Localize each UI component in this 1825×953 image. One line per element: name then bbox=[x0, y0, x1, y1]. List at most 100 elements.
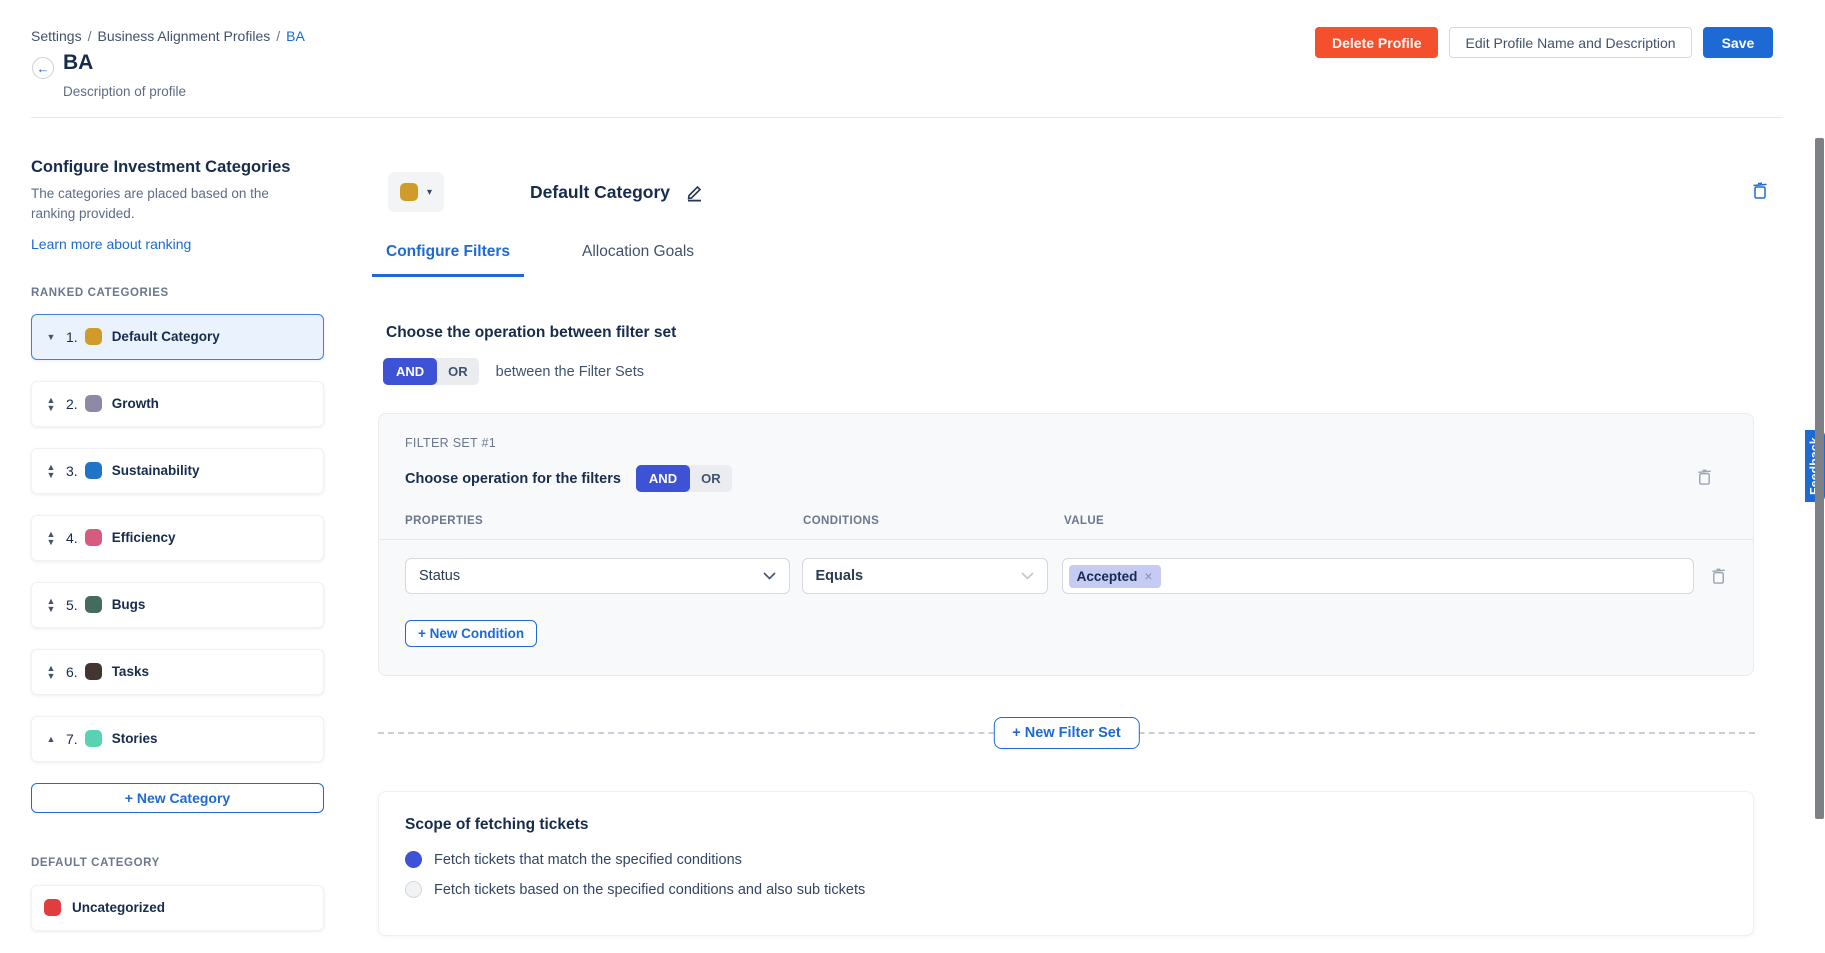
filter-set-operation-row: AND OR between the Filter Sets bbox=[383, 358, 1755, 385]
category-color-dot bbox=[85, 328, 102, 345]
breadcrumb: Settings / Business Alignment Profiles / BA bbox=[31, 28, 305, 44]
vertical-scrollbar[interactable] bbox=[1815, 138, 1824, 819]
value-input[interactable]: Accepted × bbox=[1062, 558, 1694, 594]
category-rank: 4. bbox=[66, 530, 78, 546]
condition-row: Status Equals Accepted × bbox=[405, 558, 1727, 594]
or-option[interactable]: OR bbox=[437, 358, 479, 385]
reorder-updown-icon[interactable]: ▲▼ bbox=[44, 664, 58, 680]
header-actions: Delete Profile Edit Profile Name and Des… bbox=[1315, 27, 1773, 58]
category-rank: 1. bbox=[66, 329, 78, 345]
or-option[interactable]: OR bbox=[690, 465, 732, 492]
edit-pencil-icon[interactable] bbox=[685, 183, 704, 202]
reorder-updown-icon[interactable]: ▲▼ bbox=[44, 530, 58, 546]
reorder-updown-icon[interactable]: ▲▼ bbox=[44, 396, 58, 412]
ranked-categories-label: RANKED CATEGORIES bbox=[31, 287, 324, 299]
scope-card: Scope of fetching tickets Fetch tickets … bbox=[378, 791, 1754, 936]
filters-operation-row: Choose operation for the filters AND OR bbox=[405, 465, 1727, 492]
color-picker-dropdown[interactable]: ▾ bbox=[388, 172, 444, 212]
category-rank: 3. bbox=[66, 463, 78, 479]
category-color-dot bbox=[85, 462, 102, 479]
radio-selected-icon[interactable] bbox=[405, 851, 422, 868]
page-title: BA bbox=[63, 51, 93, 75]
category-item-default-category[interactable]: ▼ 1. Default Category bbox=[31, 314, 324, 360]
reorder-down-icon[interactable]: ▼ bbox=[44, 333, 58, 341]
color-swatch bbox=[400, 183, 418, 201]
delete-condition-trash-icon[interactable] bbox=[1710, 567, 1727, 585]
category-color-dot bbox=[85, 596, 102, 613]
save-button[interactable]: Save bbox=[1703, 27, 1774, 58]
page-description: Description of profile bbox=[63, 84, 186, 99]
category-item-efficiency[interactable]: ▲▼ 4. Efficiency bbox=[31, 515, 324, 561]
property-select[interactable]: Status bbox=[405, 558, 790, 594]
arrow-left-icon: ← bbox=[37, 61, 50, 76]
filter-set-label: FILTER SET #1 bbox=[405, 436, 1727, 450]
radio-label: Fetch tickets that match the specified c… bbox=[434, 852, 742, 868]
tab-configure-filters[interactable]: Configure Filters bbox=[372, 243, 524, 277]
breadcrumb-profiles[interactable]: Business Alignment Profiles bbox=[97, 28, 270, 44]
tab-allocation-goals[interactable]: Allocation Goals bbox=[582, 243, 694, 277]
category-item-stories[interactable]: ▲ 7. Stories bbox=[31, 716, 324, 762]
category-color-dot bbox=[85, 730, 102, 747]
chip-label: Accepted bbox=[1077, 569, 1138, 584]
category-label: Bugs bbox=[112, 597, 146, 612]
edit-profile-button[interactable]: Edit Profile Name and Description bbox=[1449, 27, 1691, 58]
category-label: Default Category bbox=[112, 329, 220, 344]
breadcrumb-separator: / bbox=[88, 28, 92, 44]
chip-remove-icon[interactable]: × bbox=[1144, 571, 1152, 581]
sidebar-subtitle: The categories are placed based on the r… bbox=[31, 184, 283, 225]
reorder-updown-icon[interactable]: ▲▼ bbox=[44, 463, 58, 479]
scope-option-sub-tickets[interactable]: Fetch tickets based on the specified con… bbox=[405, 881, 1727, 898]
scope-option-match-conditions[interactable]: Fetch tickets that match the specified c… bbox=[405, 851, 1727, 868]
category-rank: 2. bbox=[66, 396, 78, 412]
radio-label: Fetch tickets based on the specified con… bbox=[434, 882, 865, 898]
breadcrumb-settings[interactable]: Settings bbox=[31, 28, 82, 44]
category-label: Stories bbox=[112, 731, 158, 746]
main-panel: ▾ Default Category Configure Filters All… bbox=[378, 160, 1755, 936]
and-option[interactable]: AND bbox=[383, 358, 437, 385]
column-headers: PROPERTIES CONDITIONS VALUE bbox=[405, 515, 1727, 527]
new-category-button[interactable]: + New Category bbox=[31, 783, 324, 813]
operation-suffix-text: between the Filter Sets bbox=[496, 364, 644, 380]
category-item-bugs[interactable]: ▲▼ 5. Bugs bbox=[31, 582, 324, 628]
category-rank: 6. bbox=[66, 664, 78, 680]
breadcrumb-separator: / bbox=[276, 28, 280, 44]
reorder-up-icon[interactable]: ▲ bbox=[44, 735, 58, 743]
category-item-sustainability[interactable]: ▲▼ 3. Sustainability bbox=[31, 448, 324, 494]
radio-unselected-icon[interactable] bbox=[405, 881, 422, 898]
column-divider bbox=[379, 539, 1753, 540]
sidebar-title: Configure Investment Categories bbox=[31, 158, 324, 177]
reorder-updown-icon[interactable]: ▲▼ bbox=[44, 597, 58, 613]
property-select-value: Status bbox=[419, 568, 460, 584]
delete-profile-button[interactable]: Delete Profile bbox=[1315, 27, 1438, 58]
chevron-down-icon: ▾ bbox=[427, 187, 432, 198]
delete-category-trash-icon[interactable] bbox=[1751, 181, 1769, 200]
category-rank: 5. bbox=[66, 597, 78, 613]
value-chip: Accepted × bbox=[1069, 565, 1161, 588]
category-color-dot bbox=[85, 529, 102, 546]
learn-more-link[interactable]: Learn more about ranking bbox=[31, 236, 191, 252]
new-condition-button[interactable]: + New Condition bbox=[405, 620, 537, 647]
category-color-dot bbox=[44, 899, 61, 916]
breadcrumb-current: BA bbox=[286, 28, 305, 44]
scope-heading: Scope of fetching tickets bbox=[405, 816, 1727, 834]
chevron-down-icon bbox=[763, 572, 776, 580]
new-filter-set-button[interactable]: + New Filter Set bbox=[993, 717, 1139, 749]
category-item-growth[interactable]: ▲▼ 2. Growth bbox=[31, 381, 324, 427]
filters-and-or-toggle: AND OR bbox=[636, 465, 732, 492]
condition-select[interactable]: Equals bbox=[802, 558, 1048, 594]
operation-section-heading: Choose the operation between filter set bbox=[386, 324, 1755, 342]
category-item-tasks[interactable]: ▲▼ 6. Tasks bbox=[31, 649, 324, 695]
default-category-label: DEFAULT CATEGORY bbox=[31, 857, 324, 869]
category-label: Growth bbox=[112, 396, 159, 411]
uncategorized-item[interactable]: Uncategorized bbox=[31, 885, 324, 931]
category-color-dot bbox=[85, 663, 102, 680]
back-button[interactable]: ← bbox=[32, 57, 54, 79]
category-header: ▾ Default Category bbox=[388, 172, 1755, 212]
and-option[interactable]: AND bbox=[636, 465, 690, 492]
delete-filter-set-trash-icon[interactable] bbox=[1696, 468, 1713, 486]
tab-bar: Configure Filters Allocation Goals bbox=[386, 243, 1755, 277]
category-title: Default Category bbox=[530, 182, 670, 203]
filter-set-card: FILTER SET #1 Choose operation for the f… bbox=[378, 413, 1754, 676]
filters-operation-label: Choose operation for the filters bbox=[405, 471, 621, 487]
sidebar: Configure Investment Categories The cate… bbox=[31, 158, 324, 931]
